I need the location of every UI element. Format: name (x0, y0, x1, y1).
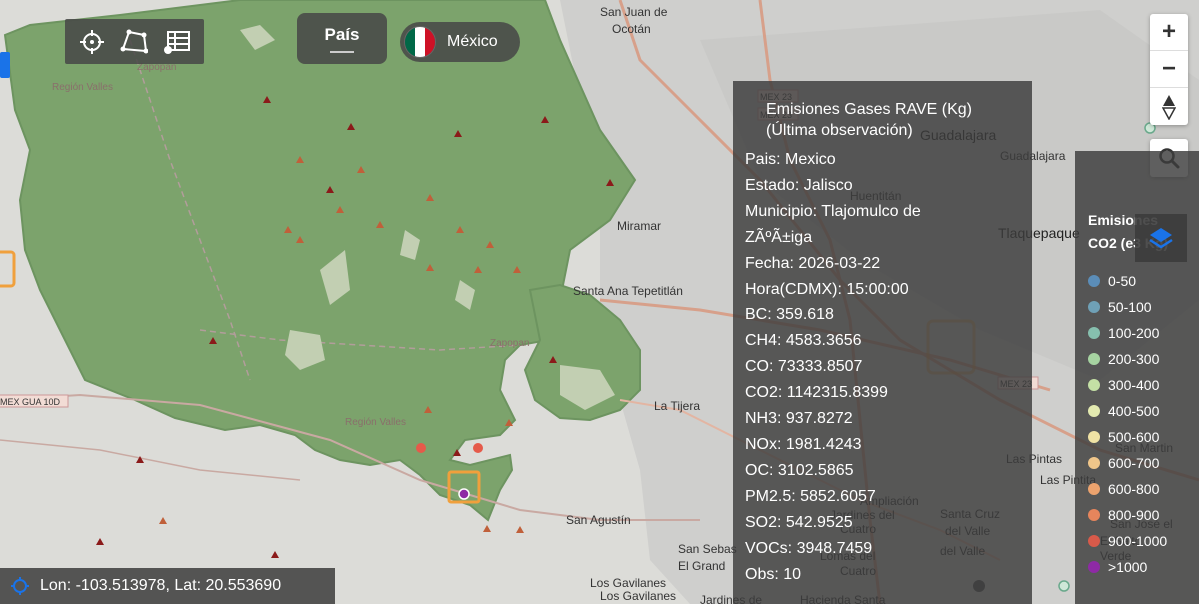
legend-item: 600-800 (1088, 476, 1199, 502)
compass-icon (1162, 94, 1176, 120)
map-label: Miramar (617, 219, 661, 233)
map-label: San Sebas (678, 542, 737, 556)
map-label: El Grand (678, 559, 725, 573)
popup-field: Estado: Jalisco (745, 176, 853, 194)
map-label: Los Gavilanes (600, 589, 676, 603)
legend-item: 300-400 (1088, 372, 1199, 398)
emission-point[interactable] (473, 443, 483, 453)
legend-label: >1000 (1108, 559, 1148, 575)
legend-label: 600-800 (1108, 481, 1160, 497)
legend-swatch (1088, 535, 1100, 547)
crosshair-icon (0, 576, 40, 596)
map-label: La Tijera (654, 399, 700, 413)
zoom-in-button[interactable]: + (1150, 14, 1188, 51)
mexico-flag-icon (404, 26, 436, 58)
legend-label: 600-700 (1108, 455, 1160, 471)
popup-field: VOCs: 3948.7459 (745, 539, 873, 557)
map-label: Ocotán (612, 22, 651, 36)
popup-field: ZÃºÃ±iga (745, 228, 813, 246)
legend-item: 0-50 (1088, 268, 1199, 294)
legend-item: 500-600 (1088, 424, 1199, 450)
popup-field: OC: 3102.5865 (745, 461, 854, 479)
popup-field: NOx: 1981.4243 (745, 435, 862, 453)
map-label: Región Valles (345, 417, 406, 428)
legend-item: 600-700 (1088, 450, 1199, 476)
selected-point[interactable] (458, 488, 470, 500)
country-name: México (447, 33, 498, 50)
legend-label: 400-500 (1108, 403, 1160, 419)
popup-field: Fecha: 2026-03-22 (745, 254, 881, 272)
legend-item: 400-500 (1088, 398, 1199, 424)
active-indicator (330, 50, 354, 53)
legend-item: 900-1000 (1088, 528, 1199, 554)
legend-swatch (1088, 327, 1100, 339)
legend-label: 300-400 (1108, 377, 1160, 393)
popup-title: Emisiones Gases RAVE (Kg) (Última observ… (766, 101, 972, 139)
legend-label: 0-50 (1108, 273, 1137, 289)
country-selector[interactable]: México (400, 22, 520, 62)
popup-field: NH3: 937.8272 (745, 410, 853, 428)
cursor-coordinates: Lon: -103.513978, Lat: 20.553690 (0, 568, 335, 604)
map-label: MEX GUA 10D (0, 397, 61, 407)
map-label: Los Gavilanes (590, 576, 666, 590)
emission-info-popup: Emisiones Gases RAVE (Kg) (Última observ… (733, 81, 1032, 604)
legend-label: 900-1000 (1108, 533, 1168, 549)
location-marker[interactable] (0, 52, 10, 78)
map-label: Zapopan (490, 338, 529, 349)
legend-item: 100-200 (1088, 320, 1199, 346)
map-label: San Juan de (600, 5, 668, 19)
polygon-icon[interactable] (118, 26, 150, 58)
legend-label: 200-300 (1108, 351, 1160, 367)
popup-field: CH4: 4583.3656 (745, 332, 862, 350)
legend-swatch (1088, 509, 1100, 521)
legend-swatch (1088, 379, 1100, 391)
legend-swatch (1088, 275, 1100, 287)
map-label: Región Valles (52, 82, 113, 93)
country-level-label: País (324, 24, 360, 44)
crosshair-icon[interactable] (76, 26, 108, 58)
popup-field: CO2: 1142315.8399 (745, 384, 888, 402)
map-label: San Agustín (566, 513, 631, 527)
zoom-out-button[interactable]: − (1150, 51, 1188, 88)
coordinates-text: Lon: -103.513978, Lat: 20.553690 (40, 577, 282, 594)
draw-toolbar (65, 19, 204, 64)
popup-field: Municipio: Tlajomulco de (745, 202, 921, 220)
country-level-tab[interactable]: País (297, 13, 387, 64)
popup-field: SO2: 542.9525 (745, 513, 853, 531)
legend-swatch (1088, 405, 1100, 417)
popup-field: CO: 73333.8507 (745, 358, 863, 376)
legend-label: 50-100 (1108, 299, 1152, 315)
legend-swatch (1088, 457, 1100, 469)
legend-swatch (1088, 561, 1100, 573)
legend-label: 100-200 (1108, 325, 1160, 341)
legend-label: 500-600 (1108, 429, 1160, 445)
popup-field: BC: 359.618 (745, 306, 834, 324)
legend-swatch (1088, 353, 1100, 365)
legend-item: 50-100 (1088, 294, 1199, 320)
table-icon[interactable] (161, 26, 193, 58)
legend-item: 800-900 (1088, 502, 1199, 528)
legend-swatch (1088, 483, 1100, 495)
popup-field: PM2.5: 5852.6057 (745, 487, 876, 505)
emission-point[interactable] (416, 443, 426, 453)
legend-swatch (1088, 431, 1100, 443)
layers-icon (1149, 228, 1173, 249)
layers-button[interactable] (1135, 214, 1187, 262)
reset-north-button[interactable] (1150, 88, 1188, 125)
map-controls: + − (1150, 14, 1188, 125)
popup-field: Obs: 10 (745, 565, 802, 583)
legend-swatch (1088, 301, 1100, 313)
popup-field: Pais: Mexico (745, 151, 836, 168)
legend-item: >1000 (1088, 554, 1199, 580)
legend-item: 200-300 (1088, 346, 1199, 372)
legend-label: 800-900 (1108, 507, 1160, 523)
popup-field: Hora(CDMX): 15:00:00 (745, 280, 909, 298)
map-label: Santa Ana Tepetitlán (573, 284, 683, 298)
emission-point[interactable] (1058, 580, 1070, 592)
